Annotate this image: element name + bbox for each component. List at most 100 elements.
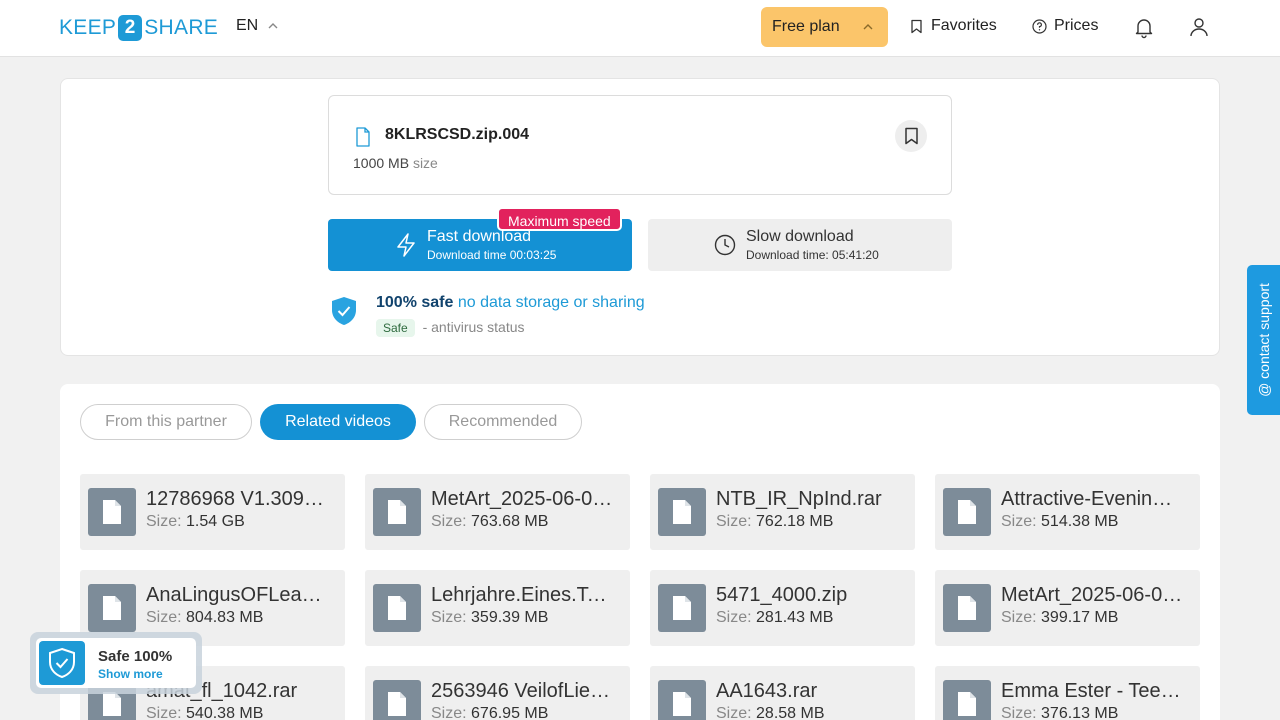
prices-link[interactable]: Prices [1032,17,1098,35]
file-item[interactable]: 5471_4000.zip Size: 281.43 MB [650,570,915,646]
file-item-size: Size: 540.38 MB [146,705,263,720]
document-icon [103,500,121,524]
size-value: 804.83 MB [186,609,264,626]
slow-download-time: Download time: 05:41:20 [746,248,879,262]
file-item-size: Size: 1.54 GB [146,513,245,531]
safe-badge[interactable]: Safe 100% Show more [30,632,202,694]
tab-related-videos[interactable]: Related videos [260,404,416,440]
file-thumbnail [943,584,991,632]
file-item-name: 2563946 VeilofLie… [431,680,611,702]
bell-icon[interactable] [1132,15,1156,39]
file-item[interactable]: 2563946 VeilofLie… Size: 676.95 MB [365,666,630,720]
top-header: KEEP 2 SHARE EN Free plan Favorites Prices [0,0,1280,57]
size-value: 1.54 GB [186,513,245,530]
file-thumbnail [373,488,421,536]
prices-label: Prices [1054,17,1099,34]
file-item[interactable]: MetArt_2025-06-0… Size: 763.68 MB [365,474,630,550]
file-item-size: Size: 281.43 MB [716,609,833,627]
size-value: 676.95 MB [471,705,549,720]
file-name: 8KLRSCSD.zip.004 [385,126,530,143]
file-thumbnail [943,488,991,536]
size-value: 281.43 MB [756,609,834,626]
document-icon [673,596,691,620]
file-item[interactable]: 12786968 V1.309… Size: 1.54 GB [80,474,345,550]
language-label: EN [236,17,259,34]
document-icon [958,500,976,524]
file-thumbnail [373,680,421,720]
bookmark-button[interactable] [895,120,927,152]
file-item-size: Size: 804.83 MB [146,609,263,627]
file-item-name: Emma Ester - Tee… [1001,680,1181,702]
file-item[interactable]: AA1643.rar Size: 28.58 MB [650,666,915,720]
file-icon [356,127,370,147]
size-label: Size: [716,609,752,626]
file-item-size: Size: 359.39 MB [431,609,548,627]
document-icon [958,596,976,620]
file-item-size: Size: 762.18 MB [716,513,833,531]
slow-download-button[interactable]: Slow download Download time: 05:41:20 [648,219,952,271]
size-value: 762.18 MB [756,513,834,530]
file-item-size: Size: 376.13 MB [1001,705,1118,720]
file-item[interactable]: MetArt_2025-06-0… Size: 399.17 MB [935,570,1200,646]
user-icon[interactable] [1187,15,1211,39]
favorites-link[interactable]: Favorites [909,17,997,35]
safety-bold: 100% safe [376,294,454,311]
show-more-link[interactable]: Show more [98,667,163,681]
file-item[interactable]: Emma Ester - Tee… Size: 376.13 MB [935,666,1200,720]
file-item-name: NTB_IR_NpInd.rar [716,488,882,510]
bookmark-icon [911,19,922,33]
document-icon [673,692,691,716]
size-label: Size: [146,609,182,626]
contact-support-tab[interactable]: @ contact support [1247,265,1280,415]
file-item[interactable]: Lehrjahre.Eines.Te… Size: 359.39 MB [365,570,630,646]
file-item[interactable]: Attractive-Evenin… Size: 514.38 MB [935,474,1200,550]
clock-icon [714,234,736,256]
document-icon [388,596,406,620]
tab-recommended[interactable]: Recommended [424,404,582,440]
file-item-name: Lehrjahre.Eines.Te… [431,584,613,606]
contact-support-label: @ contact support [1255,283,1272,397]
document-icon [103,692,121,716]
size-value: 763.68 MB [471,513,549,530]
keep2share-logo[interactable]: KEEP 2 SHARE [59,14,218,42]
fast-download-time: Download time 00:03:25 [427,248,557,262]
logo-text-left: KEEP [59,16,117,39]
file-size-value: 1000 MB [353,155,410,171]
safe-badge-icon-box [39,641,85,685]
file-size: 1000 MB size [353,155,438,171]
help-circle-icon [1032,18,1047,34]
chevron-up-icon [863,24,873,30]
slow-download-title: Slow download [746,228,854,245]
free-plan-button[interactable]: Free plan [761,7,888,47]
size-label: Size: [431,513,467,530]
safe-tag: Safe [376,319,415,337]
chevron-up-icon [268,23,278,29]
file-item[interactable]: NTB_IR_NpInd.rar Size: 762.18 MB [650,474,915,550]
file-item-name: AA1643.rar [716,680,818,702]
file-item-name: 5471_4000.zip [716,584,848,606]
safety-description: no data storage or sharing [457,294,645,311]
antivirus-status-text: - antivirus status [422,319,525,335]
file-item-size: Size: 676.95 MB [431,705,548,720]
safety-headline: 100% safe no data storage or sharing [376,294,645,312]
logo-number: 2 [118,15,143,41]
file-thumbnail [88,488,136,536]
size-label: Size: [1001,609,1037,626]
language-selector[interactable]: EN [236,17,278,35]
document-icon [673,500,691,524]
size-label: Size: [1001,705,1037,720]
file-item-size: Size: 763.68 MB [431,513,548,531]
file-item-name: AnaLingusOFLeak… [146,584,328,606]
size-value: 540.38 MB [186,705,264,720]
file-item-name: Attractive-Evenin… [1001,488,1173,510]
size-value: 376.13 MB [1041,705,1119,720]
size-label: Size: [716,705,752,720]
safe-badge-body: Safe 100% Show more [36,638,196,688]
document-icon [388,500,406,524]
size-value: 514.38 MB [1041,513,1119,530]
size-label: Size: [146,513,182,530]
file-info-card: 8KLRSCSD.zip.004 1000 MB size [328,95,952,195]
size-label: Size: [716,513,752,530]
size-label: Size: [431,705,467,720]
tab-from-this-partner[interactable]: From this partner [80,404,252,440]
